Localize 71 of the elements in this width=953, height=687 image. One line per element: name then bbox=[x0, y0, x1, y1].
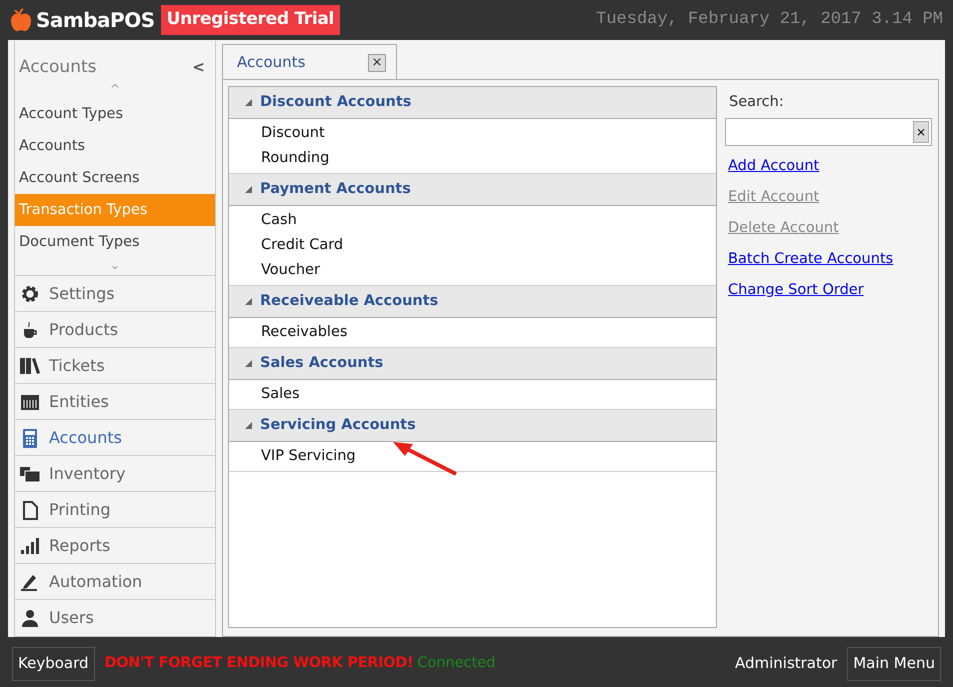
sidebar-item[interactable]: Account Screens bbox=[15, 162, 215, 194]
group-header[interactable]: Receiveable Accounts bbox=[229, 286, 716, 318]
tab[interactable]: Accounts × bbox=[222, 44, 397, 80]
group-title: Receiveable Accounts bbox=[260, 292, 438, 311]
warning-text: DON'T FORGET ENDING WORK PERIOD! bbox=[104, 654, 414, 673]
group-title: Sales Accounts bbox=[260, 354, 384, 373]
account-item[interactable]: Receivables bbox=[229, 320, 716, 345]
group-title: Payment Accounts bbox=[260, 180, 411, 199]
group-header[interactable]: Servicing Accounts bbox=[229, 410, 716, 442]
group-title: Servicing Accounts bbox=[260, 416, 416, 435]
keyboard-button[interactable]: Keyboard bbox=[12, 646, 95, 680]
account-item[interactable]: Sales bbox=[229, 382, 716, 407]
sidebar-item[interactable]: Document Types bbox=[15, 226, 215, 258]
expand-triangle-icon[interactable] bbox=[245, 422, 252, 429]
module-label: Users bbox=[49, 607, 94, 629]
search-label: Search: bbox=[729, 93, 785, 112]
module-label: Reports bbox=[49, 534, 110, 556]
account-item[interactable]: VIP Servicing bbox=[229, 444, 716, 469]
module-item[interactable]: Reports bbox=[15, 528, 215, 564]
module-item[interactable]: Automation bbox=[15, 564, 215, 600]
user-icon bbox=[19, 608, 41, 628]
module-label: Inventory bbox=[49, 462, 126, 484]
action-link[interactable]: Change Sort Order bbox=[728, 280, 864, 301]
action-link[interactable]: Add Account bbox=[728, 156, 820, 177]
clear-button[interactable]: × bbox=[913, 120, 929, 143]
module-label: Entities bbox=[49, 390, 109, 412]
module-label: Products bbox=[49, 318, 118, 340]
module-label: Settings bbox=[49, 282, 115, 304]
module-item[interactable]: Printing bbox=[15, 492, 215, 528]
trial-badge: Unregistered Trial bbox=[160, 5, 340, 35]
group-header[interactable]: Discount Accounts bbox=[229, 87, 716, 119]
module-item[interactable]: Users bbox=[15, 600, 215, 636]
expand-triangle-icon[interactable] bbox=[245, 298, 252, 305]
module-item[interactable]: Settings bbox=[15, 276, 215, 312]
group-header[interactable]: Sales Accounts bbox=[229, 348, 716, 380]
module-label: Accounts bbox=[49, 426, 122, 448]
search-field[interactable]: × bbox=[725, 118, 932, 146]
account-item[interactable]: Cash bbox=[229, 208, 716, 233]
action-link[interactable]: Batch Create Accounts bbox=[728, 248, 894, 270]
main-menu-button[interactable]: Main Menu bbox=[847, 646, 941, 680]
module-item[interactable]: Inventory bbox=[15, 456, 215, 492]
account-item[interactable]: Credit Card bbox=[229, 233, 716, 258]
bar-chart-icon bbox=[19, 536, 41, 556]
expand-triangle-icon[interactable] bbox=[245, 99, 252, 106]
module-item[interactable]: Entities bbox=[15, 384, 215, 420]
sidebar-item[interactable]: Account Types bbox=[15, 98, 215, 130]
module-item[interactable]: Tickets bbox=[15, 348, 215, 384]
user-name: Administrator bbox=[734, 653, 838, 674]
expand-triangle-icon[interactable] bbox=[245, 360, 252, 367]
books-icon bbox=[19, 356, 41, 376]
apple-logo-icon bbox=[10, 8, 32, 32]
expand-triangle-icon[interactable] bbox=[245, 186, 252, 193]
module-item[interactable]: Products bbox=[15, 312, 215, 348]
sidebar-item[interactable]: Accounts bbox=[15, 130, 215, 162]
tab-label: Accounts bbox=[237, 52, 306, 74]
module-item[interactable]: Accounts bbox=[15, 420, 215, 456]
group-header[interactable]: Payment Accounts bbox=[229, 174, 716, 206]
date-time: Tuesday, February 21, 2017 3.14 PM bbox=[596, 9, 943, 32]
app-name: SambaPOS bbox=[36, 7, 155, 34]
module-label: Tickets bbox=[49, 354, 105, 376]
collapse-button[interactable]: < bbox=[192, 56, 205, 79]
account-item[interactable]: Discount bbox=[229, 121, 716, 146]
group-title: Discount Accounts bbox=[260, 92, 412, 112]
connection-status: Connected bbox=[417, 654, 496, 673]
close-button[interactable]: × bbox=[368, 54, 386, 72]
module-label: Automation bbox=[49, 570, 142, 592]
module-label: Printing bbox=[49, 498, 111, 520]
sidebar-title: Accounts bbox=[19, 56, 96, 79]
account-item[interactable]: Rounding bbox=[229, 146, 716, 171]
account-item[interactable]: Voucher bbox=[229, 258, 716, 283]
gear-icon bbox=[19, 284, 41, 304]
